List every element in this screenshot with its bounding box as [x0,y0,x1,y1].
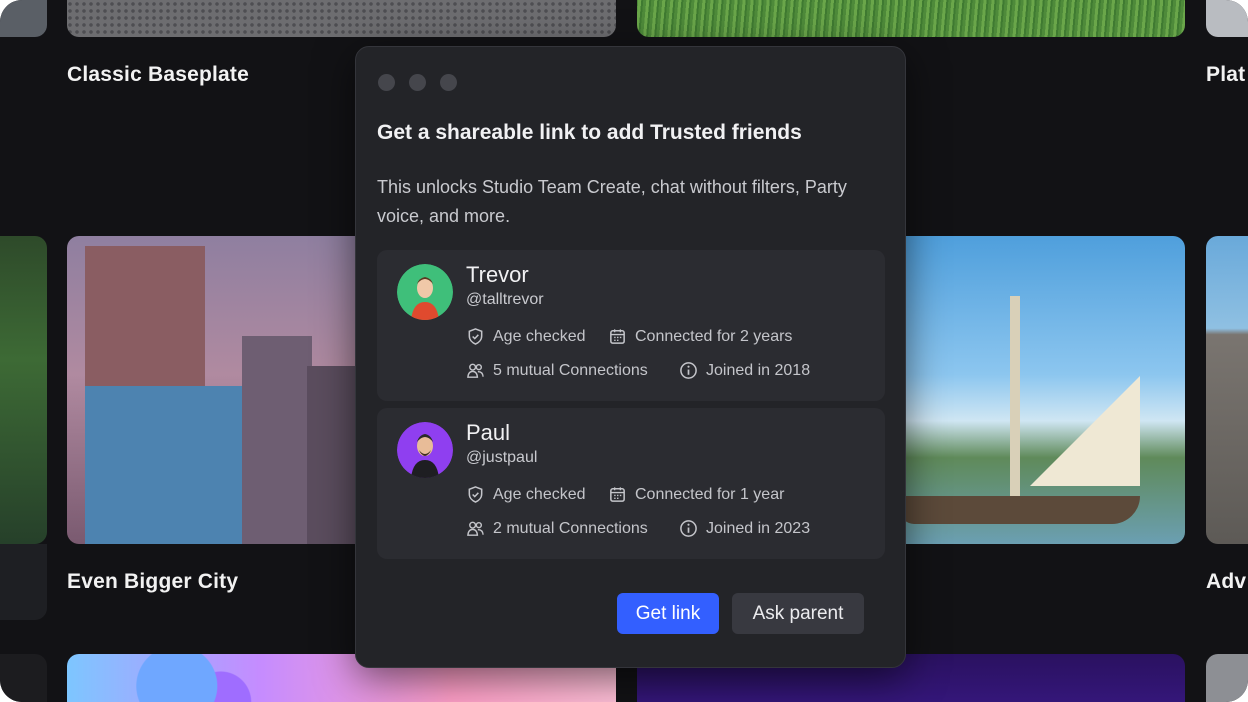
building-shape [242,336,312,544]
forest-thumbnail[interactable] [0,236,47,544]
tile-title-adv[interactable]: Adv [1206,570,1246,594]
connected-meta: Connected for 1 year [608,485,784,504]
mutual-label: 5 mutual Connections [493,361,648,379]
joined-label: Joined in 2023 [706,519,811,537]
building-shape [307,366,357,544]
window-dot-icon[interactable] [378,74,395,91]
calendar-icon [610,487,625,502]
experience-thumbnail[interactable] [1206,0,1248,37]
app-frame: Classic Baseplate Plat Even Bigger City … [0,0,1248,702]
trusted-friends-dialog: Get a shareable link to add Trusted frie… [355,46,906,668]
joined-meta: Joined in 2018 [679,361,810,380]
friend-card-paul[interactable]: Paul @justpaul Age checked Connected for… [377,408,885,559]
experience-thumbnail[interactable] [1206,654,1248,702]
friend-card-trevor[interactable]: Trevor @talltrevor Age checked Connected… [377,250,885,401]
joined-meta: Joined in 2023 [679,519,810,538]
friend-name: Paul [466,420,511,445]
age-checked-meta: Age checked [466,327,586,346]
even-bigger-city-thumbnail[interactable] [67,236,387,544]
tile-title-classic-baseplate[interactable]: Classic Baseplate [67,63,249,87]
shield-check-icon [468,486,483,503]
friend-name: Trevor [466,262,529,287]
sail-shape [1030,376,1140,486]
connected-meta: Connected for 2 years [608,327,792,346]
friend-handle: @justpaul [466,449,538,466]
ship-thumbnail[interactable] [880,236,1185,544]
connected-label: Connected for 1 year [635,485,785,503]
experience-thumbnail[interactable] [0,0,47,37]
friend-handle: @talltrevor [466,291,544,308]
mutual-meta: 2 mutual Connections [466,519,648,538]
mutual-label: 2 mutual Connections [493,519,648,537]
grass-thumbnail[interactable] [637,0,1185,37]
info-icon [680,362,697,379]
shield-check-icon [468,328,483,345]
dialog-title: Get a shareable link to add Trusted frie… [377,121,802,144]
mast-shape [1010,296,1020,506]
dialog-description: This unlocks Studio Team Create, chat wi… [377,177,847,226]
people-icon [467,363,484,378]
info-icon [680,520,697,537]
hull-shape [900,496,1140,524]
age-checked-meta: Age checked [466,485,586,504]
people-icon [467,521,484,536]
window-dot-icon[interactable] [409,74,426,91]
calendar-icon [610,329,625,344]
get-link-button[interactable]: Get link [617,593,719,634]
age-checked-label: Age checked [493,327,586,345]
window-dot-icon[interactable] [440,74,457,91]
experience-thumbnail[interactable] [0,654,47,702]
castle-thumbnail[interactable] [1206,236,1248,544]
mutual-meta: 5 mutual Connections [466,361,648,380]
ask-parent-button[interactable]: Ask parent [732,593,864,634]
classic-baseplate-thumbnail[interactable] [67,0,616,37]
side-panel [0,544,47,620]
joined-label: Joined in 2018 [706,361,811,379]
tile-title-plat[interactable]: Plat [1206,63,1245,87]
connected-label: Connected for 2 years [635,327,793,345]
avatar [397,264,453,320]
avatar [397,422,453,478]
building-shape [85,386,245,544]
tile-title-even-bigger-city[interactable]: Even Bigger City [67,570,238,594]
age-checked-label: Age checked [493,485,586,503]
